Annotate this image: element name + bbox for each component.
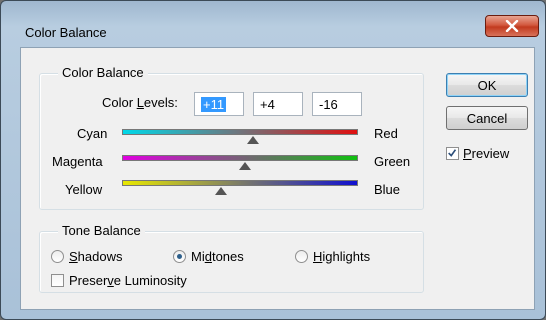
midtones-radio[interactable] bbox=[173, 250, 186, 263]
preserve-luminosity-label[interactable]: Preserve Luminosity bbox=[69, 273, 187, 288]
checkmark-icon bbox=[448, 149, 457, 157]
cyan-red-level-value: +11 bbox=[201, 96, 227, 112]
title-bar[interactable]: Color Balance bbox=[1, 1, 545, 45]
cyan-red-level-input[interactable]: +11 bbox=[194, 92, 244, 116]
cyan-red-slider-thumb[interactable] bbox=[246, 136, 259, 144]
highlights-label[interactable]: Highlights bbox=[313, 249, 370, 264]
cancel-button[interactable]: Cancel bbox=[446, 106, 528, 130]
green-label: Green bbox=[374, 154, 411, 169]
magenta-green-slider-thumb[interactable] bbox=[238, 162, 251, 170]
magenta-green-level-input[interactable]: +4 bbox=[253, 92, 303, 116]
yellow-blue-slider-thumb[interactable] bbox=[215, 187, 228, 195]
color-levels-label: Color Levels: bbox=[102, 95, 178, 110]
midtones-label[interactable]: Midtones bbox=[191, 249, 244, 264]
yellow-blue-level-value: -16 bbox=[319, 96, 338, 112]
red-label: Red bbox=[374, 126, 398, 141]
preview-label[interactable]: Preview bbox=[463, 146, 509, 161]
midtones-selected-dot bbox=[177, 254, 182, 259]
shadows-label[interactable]: Shadows bbox=[69, 249, 122, 264]
magenta-green-level-value: +4 bbox=[260, 96, 275, 112]
magenta-label: Magenta bbox=[52, 154, 103, 169]
dialog-client-area: Color Balance Color Levels: +11 +4 -16 C… bbox=[20, 47, 535, 310]
blue-label: Blue bbox=[374, 182, 401, 197]
ok-button[interactable]: OK bbox=[446, 73, 528, 97]
yellow-label: Yellow bbox=[65, 182, 103, 197]
color-balance-legend: Color Balance bbox=[58, 65, 148, 80]
tone-balance-legend: Tone Balance bbox=[58, 223, 145, 238]
preserve-luminosity-checkbox[interactable] bbox=[51, 274, 64, 287]
shadows-radio[interactable] bbox=[51, 250, 64, 263]
yellow-blue-slider[interactable] bbox=[122, 180, 358, 186]
close-button[interactable] bbox=[485, 15, 539, 37]
yellow-blue-level-input[interactable]: -16 bbox=[312, 92, 362, 116]
magenta-green-slider[interactable] bbox=[122, 155, 358, 161]
cyan-red-slider[interactable] bbox=[122, 129, 358, 135]
close-icon bbox=[505, 20, 519, 32]
preview-checkbox[interactable] bbox=[446, 147, 459, 160]
window-title: Color Balance bbox=[25, 25, 107, 40]
color-balance-dialog: Color Balance Color Balance Color Levels… bbox=[0, 0, 546, 320]
cyan-label: Cyan bbox=[77, 126, 108, 141]
highlights-radio[interactable] bbox=[295, 250, 308, 263]
